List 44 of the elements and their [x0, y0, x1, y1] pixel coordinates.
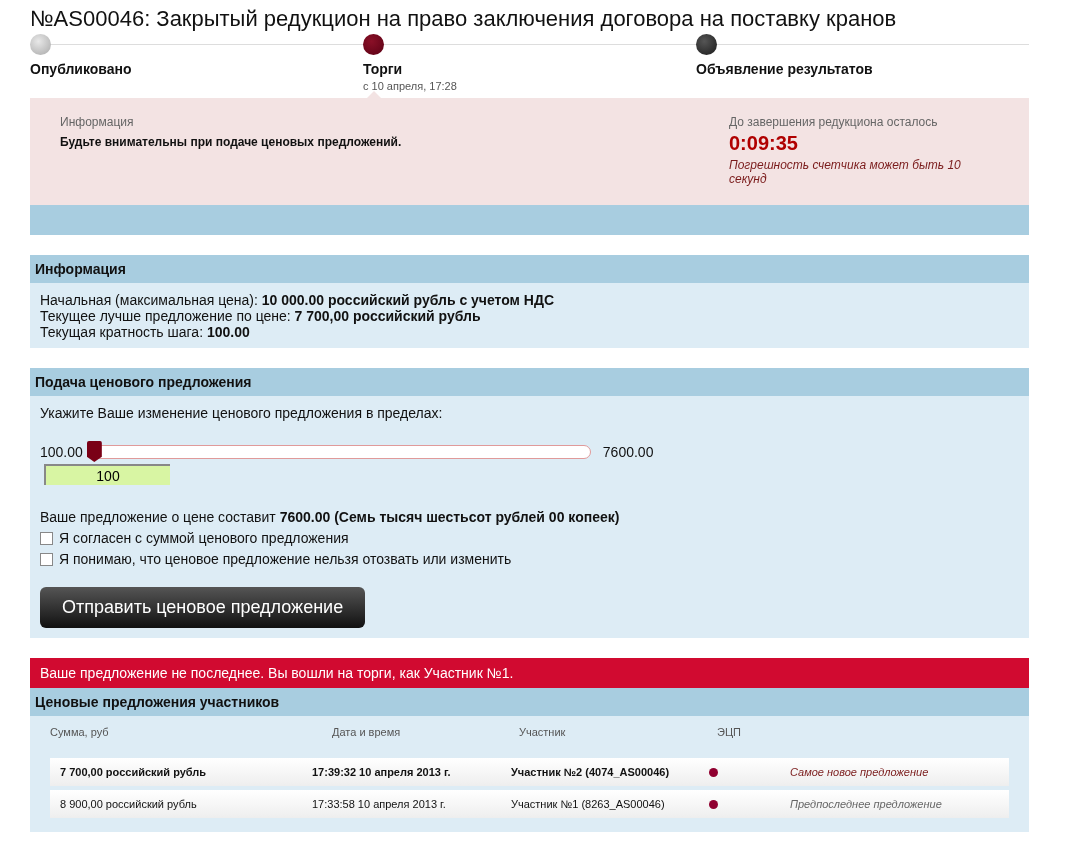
step-marker-icon: [363, 34, 384, 55]
countdown-timer: 0:09:35: [729, 132, 799, 155]
price-summary: Ваше предложение о цене составит 7600.00 (Семь тысяч шестьсот рублей 00 копеек): [40, 509, 621, 525]
info-line: Текущая кратность шага: 100.00: [40, 324, 251, 340]
column-header: Участник: [519, 726, 567, 740]
checkbox[interactable]: [40, 552, 53, 566]
page-title: №AS00046: Закрытый редукцион на право заключения договора на поставку кранов: [30, 6, 898, 32]
notice-text: Будьте внимательны при подаче ценовых предложений.: [60, 135, 402, 149]
offer-note: Предпоследнее предложение: [790, 798, 943, 810]
range-max: 7600.00: [602, 443, 654, 460]
range-prompt: Укажите Ваше изменение ценового предложения в пределах:: [40, 405, 444, 421]
slider-thumb[interactable]: [86, 441, 102, 462]
submit-button[interactable]: Отправить ценовое предложение: [40, 587, 366, 628]
participant-cell-text: Участник №2 (4074_AS00046): [511, 766, 671, 778]
step-marker-icon: [30, 34, 51, 55]
step-label: Опубликовано: [30, 61, 132, 77]
info-line: Начальная (максимальная цена): 10 000.00 российский рубль с учетом НДС: [40, 292, 556, 308]
step-date: с 10 апреля, 17:28: [363, 80, 457, 92]
info-line: Текущее лучше предложение по цене: 7 700,00 российский рубль: [40, 308, 482, 324]
timer-label: До завершения редукциона осталось: [729, 115, 939, 129]
checkbox-label: Я понимаю, что ценовое предложение нельзя отозвать или изменить: [59, 551, 512, 567]
timer-note: Погрешность счетчика может быть 10 секунд: [729, 158, 962, 186]
datetime-cell-text: 17:33:58 10 апреля 2013 г.: [312, 798, 447, 810]
column-header: Сумма, руб: [50, 726, 110, 740]
step-label: Объявление результатов: [696, 61, 873, 77]
checkbox[interactable]: [40, 531, 53, 545]
column-header: ЭЦП: [717, 726, 742, 740]
datetime-cell-text: 17:39:32 10 апреля 2013 г.: [312, 766, 452, 778]
amount-cell-text: 7 700,00 российский рубль: [60, 766, 208, 778]
panel-heading: Ценовые предложения участников: [30, 688, 1029, 716]
amount-cell-text: 8 900,00 российский рубль: [60, 798, 198, 810]
offer-note: Самое новое предложение: [790, 766, 930, 778]
participant-cell-text: Участник №1 (8263_AS00046): [511, 798, 666, 810]
step-label: Торги: [363, 61, 403, 77]
panel-heading: Подача ценового предложения: [30, 368, 1029, 396]
panel-heading: Информация: [30, 255, 1029, 283]
column-header: Дата и время: [332, 726, 402, 740]
range-min: 100.00: [40, 443, 83, 460]
checkbox-label: Я согласен с суммой ценового предложения: [59, 530, 349, 546]
amount-field[interactable]: 100: [44, 464, 170, 485]
notice-heading: Информация: [60, 115, 135, 129]
alert-banner: Ваше предложение не последнее. Вы вошли на торги, как Участник №1.: [30, 658, 1029, 688]
step-marker-icon: [696, 34, 717, 55]
slider[interactable]: [88, 441, 591, 462]
